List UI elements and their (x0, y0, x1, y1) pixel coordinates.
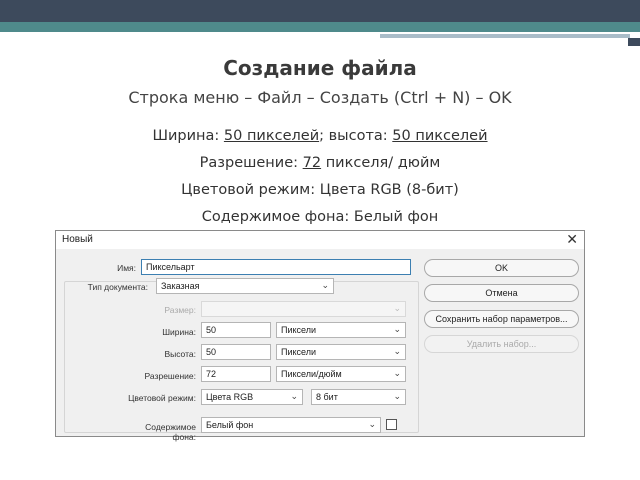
width-unit-select[interactable]: Пиксели ⌄ (276, 322, 406, 338)
name-input[interactable]: Пиксельарт (141, 259, 411, 275)
chevron-down-icon: ⌄ (321, 280, 329, 290)
header-band-teal (0, 22, 640, 32)
dialog-title: Новый (62, 234, 93, 245)
background-value: Белый фон (206, 420, 254, 430)
delete-preset-button: Удалить набор... (424, 335, 579, 353)
close-icon[interactable]: ✕ (566, 231, 578, 248)
bit-depth-select[interactable]: 8 бит ⌄ (311, 389, 406, 405)
header-band-dark (0, 0, 640, 22)
param-background-line: Содержимое фона: Белый фон (201, 209, 439, 225)
background-label: Содержимое фона: (145, 422, 196, 442)
slide-subtitle: Строка меню – Файл – Создать (Ctrl + N) … (128, 88, 512, 107)
width-value: 50 пикселей (223, 128, 320, 144)
cancel-button[interactable]: Отмена (424, 284, 579, 302)
height-prefix: ; высота: (319, 128, 393, 144)
size-label: Размер: (164, 305, 196, 315)
name-label: Имя: (117, 263, 136, 273)
resolution-unit-value: Пиксели/дюйм (281, 369, 342, 379)
resolution-label: Разрешение: (144, 371, 196, 381)
chevron-down-icon: ⌄ (290, 391, 298, 401)
save-preset-button[interactable]: Сохранить набор параметров... (424, 310, 579, 328)
resolution-unit-select[interactable]: Пиксели/дюйм ⌄ (276, 366, 406, 382)
chevron-down-icon: ⌄ (393, 324, 401, 334)
width-unit-value: Пиксели (281, 325, 317, 335)
height-value: 50 пикселей (392, 128, 488, 144)
ok-button[interactable]: OK (424, 259, 579, 277)
doc-type-label: Тип документа: (87, 282, 148, 292)
background-select[interactable]: Белый фон ⌄ (201, 417, 381, 433)
header-band-corner (628, 38, 640, 46)
chevron-down-icon: ⌄ (393, 368, 401, 378)
chevron-down-icon: ⌄ (368, 419, 376, 429)
height-unit-value: Пиксели (281, 347, 317, 357)
chevron-down-icon: ⌄ (393, 346, 401, 356)
doc-type-select[interactable]: Заказная ⌄ (156, 278, 334, 294)
dialog-titlebar: Новый ✕ (56, 231, 584, 249)
width-input[interactable]: 50 (201, 322, 271, 338)
doc-type-value: Заказная (161, 281, 200, 291)
chevron-down-icon: ⌄ (393, 391, 401, 401)
color-mode-label: Цветовой режим: (128, 393, 196, 403)
resolution-prefix: Разрешение: (199, 155, 303, 171)
width-label: Ширина: (162, 327, 196, 337)
height-unit-select[interactable]: Пиксели ⌄ (276, 344, 406, 360)
background-color-swatch[interactable] (386, 419, 397, 430)
height-input[interactable]: 50 (201, 344, 271, 360)
param-resolution-line: Разрешение: 72 пикселя/ дюйм (0, 155, 640, 171)
header-band-light (380, 34, 630, 38)
slide-title: Создание файла (223, 56, 417, 80)
param-size-line: Ширина: 50 пикселей; высота: 50 пикселей (0, 128, 640, 144)
param-color-mode-line: Цветовой режим: Цвета RGB (8-бит) (181, 182, 459, 198)
width-prefix: Ширина: (152, 128, 224, 144)
bit-depth-value: 8 бит (316, 392, 338, 402)
resolution-value: 72 (302, 155, 322, 171)
resolution-input[interactable]: 72 (201, 366, 271, 382)
color-mode-select[interactable]: Цвета RGB ⌄ (201, 389, 303, 405)
new-document-dialog: Новый ✕ Имя: Пиксельарт Тип документа: З… (55, 230, 585, 442)
resolution-suffix: пикселя/ дюйм (321, 155, 441, 171)
chevron-down-icon: ⌄ (393, 303, 401, 313)
size-select: ⌄ (201, 301, 406, 317)
color-mode-value: Цвета RGB (206, 392, 254, 402)
height-label: Высота: (164, 349, 196, 359)
